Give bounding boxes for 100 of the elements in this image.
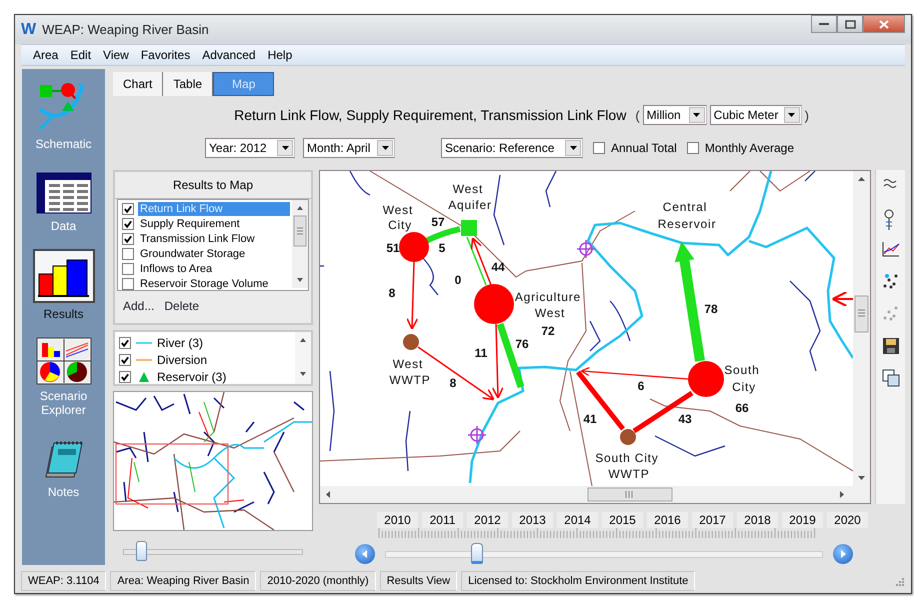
close-button[interactable] bbox=[863, 15, 905, 33]
year-label: 2015 bbox=[602, 512, 643, 528]
checkbox-label: Annual Total bbox=[611, 141, 677, 155]
status-field: Results View bbox=[380, 571, 458, 591]
list-item[interactable]: Reservoir Storage Volume bbox=[138, 276, 270, 290]
horizontal-scrollbar[interactable] bbox=[320, 486, 870, 503]
menu-item[interactable]: View bbox=[97, 48, 135, 62]
checkbox[interactable] bbox=[119, 370, 131, 382]
sidebar-item[interactable]: Results bbox=[34, 307, 94, 321]
checkbox[interactable] bbox=[122, 248, 134, 260]
flow-value: 0 bbox=[454, 273, 462, 287]
unit-dropdown[interactable]: Million bbox=[642, 105, 707, 125]
checkbox[interactable] bbox=[686, 142, 699, 154]
checkbox[interactable] bbox=[122, 262, 134, 274]
flow-value: 43 bbox=[678, 412, 692, 426]
paren-text: ( bbox=[635, 108, 640, 122]
resize-grip-icon bbox=[894, 576, 905, 586]
node-label: Central Reservoir bbox=[658, 200, 716, 231]
year-label: 2012 bbox=[467, 512, 508, 528]
node-label: South City WWTP bbox=[595, 451, 659, 481]
minimize-button[interactable] bbox=[811, 15, 837, 33]
list-item[interactable]: Transmission Link Flow bbox=[138, 232, 257, 246]
filter-dropdown[interactable]: Year: 2012 bbox=[205, 138, 295, 158]
unit-dropdown[interactable]: Cubic Meter bbox=[710, 105, 802, 125]
flow-value: 8 bbox=[388, 286, 396, 300]
flow-value: 57 bbox=[431, 215, 445, 229]
scrollbar[interactable] bbox=[292, 200, 308, 288]
stream-line bbox=[493, 174, 505, 246]
flow-value: 8 bbox=[450, 376, 456, 390]
stream-line bbox=[589, 320, 601, 352]
filter-dropdown[interactable]: Month: April bbox=[303, 138, 395, 158]
year-label: 2020 bbox=[827, 512, 868, 528]
stream-line bbox=[405, 410, 411, 472]
checkbox[interactable] bbox=[122, 232, 134, 244]
bar-chart-icon[interactable] bbox=[32, 249, 94, 303]
slider-thumb[interactable] bbox=[136, 541, 147, 561]
menu-item[interactable]: Advanced bbox=[196, 48, 262, 62]
scrollbar[interactable] bbox=[295, 332, 311, 384]
checkbox[interactable] bbox=[593, 142, 605, 154]
node-value: 66 bbox=[735, 401, 749, 415]
map-target-icon bbox=[467, 425, 487, 445]
legend-label: Diversion bbox=[157, 352, 208, 366]
flow-value: 5 bbox=[438, 241, 446, 255]
flow-value: 78 bbox=[704, 302, 718, 316]
stream-line bbox=[349, 171, 370, 196]
vertical-scrollbar[interactable] bbox=[853, 171, 870, 486]
menu-item[interactable]: Edit bbox=[64, 48, 98, 62]
node-label: West WWTP bbox=[389, 357, 431, 387]
menu-item[interactable]: Area bbox=[27, 48, 64, 62]
results-title: Return Link Flow, Supply Requirement, Transmission Link Flow bbox=[234, 107, 626, 123]
checkbox[interactable] bbox=[119, 354, 131, 366]
checkbox-label: Monthly Average bbox=[704, 141, 794, 155]
flow-value: 76 bbox=[515, 337, 529, 351]
menu-item[interactable]: Help bbox=[262, 48, 298, 62]
stream-line bbox=[545, 171, 557, 208]
year-label: 2011 bbox=[422, 512, 463, 528]
checkbox[interactable] bbox=[122, 202, 134, 214]
legend-label: River (3) bbox=[157, 336, 204, 350]
filter-dropdown[interactable]: Scenario: Reference bbox=[441, 138, 583, 158]
node-label: West Aquifer bbox=[448, 182, 492, 212]
list-item[interactable]: Inflows to Area bbox=[138, 262, 214, 276]
flow-value: 44 bbox=[491, 260, 505, 274]
flow-value: 11 bbox=[474, 346, 488, 360]
status-field: Area: Weaping River Basin bbox=[110, 571, 256, 591]
year-label: 2018 bbox=[737, 512, 778, 528]
year-label: 2019 bbox=[782, 512, 823, 528]
slider-track[interactable] bbox=[123, 540, 303, 562]
charts-icon[interactable] bbox=[36, 337, 92, 385]
list-item[interactable]: Groundwater Storage bbox=[138, 246, 248, 260]
year-label: 2014 bbox=[557, 512, 598, 528]
node-label: West City bbox=[382, 203, 414, 232]
year-label: 2017 bbox=[692, 512, 733, 528]
panel-button[interactable]: Add... bbox=[123, 299, 154, 313]
status-field: WEAP: 3.1104 bbox=[21, 571, 106, 591]
list-item[interactable]: Supply Requirement bbox=[138, 216, 242, 230]
close-icon bbox=[879, 20, 889, 28]
previous-button[interactable] bbox=[355, 544, 375, 564]
year-label: 2010 bbox=[377, 512, 418, 528]
node-value: 72 bbox=[541, 324, 555, 338]
stream-line bbox=[320, 265, 324, 267]
checkbox[interactable] bbox=[119, 336, 131, 348]
node-value: 51 bbox=[386, 241, 400, 255]
checkbox[interactable] bbox=[122, 278, 134, 290]
status-field: 2010-2020 (monthly) bbox=[260, 571, 376, 591]
checkbox[interactable] bbox=[122, 218, 134, 230]
tab[interactable]: Chart bbox=[113, 72, 164, 96]
menu-item[interactable]: Favorites bbox=[134, 48, 196, 62]
next-button[interactable] bbox=[833, 544, 853, 564]
year-label: 2016 bbox=[647, 512, 688, 528]
status-field: Licensed to: Stockholm Environment Institute bbox=[461, 571, 696, 591]
tab[interactable]: Table bbox=[163, 72, 214, 96]
maximize-button[interactable] bbox=[837, 15, 863, 33]
minimize-icon bbox=[819, 23, 829, 25]
panel-button[interactable]: Delete bbox=[164, 299, 200, 313]
table-icon[interactable] bbox=[34, 171, 92, 215]
maximize-icon bbox=[844, 20, 856, 28]
slider-track[interactable] bbox=[385, 543, 823, 565]
node-label: Agriculture West bbox=[514, 290, 582, 320]
app-logo: W bbox=[21, 20, 36, 38]
slider-thumb[interactable] bbox=[470, 543, 483, 564]
